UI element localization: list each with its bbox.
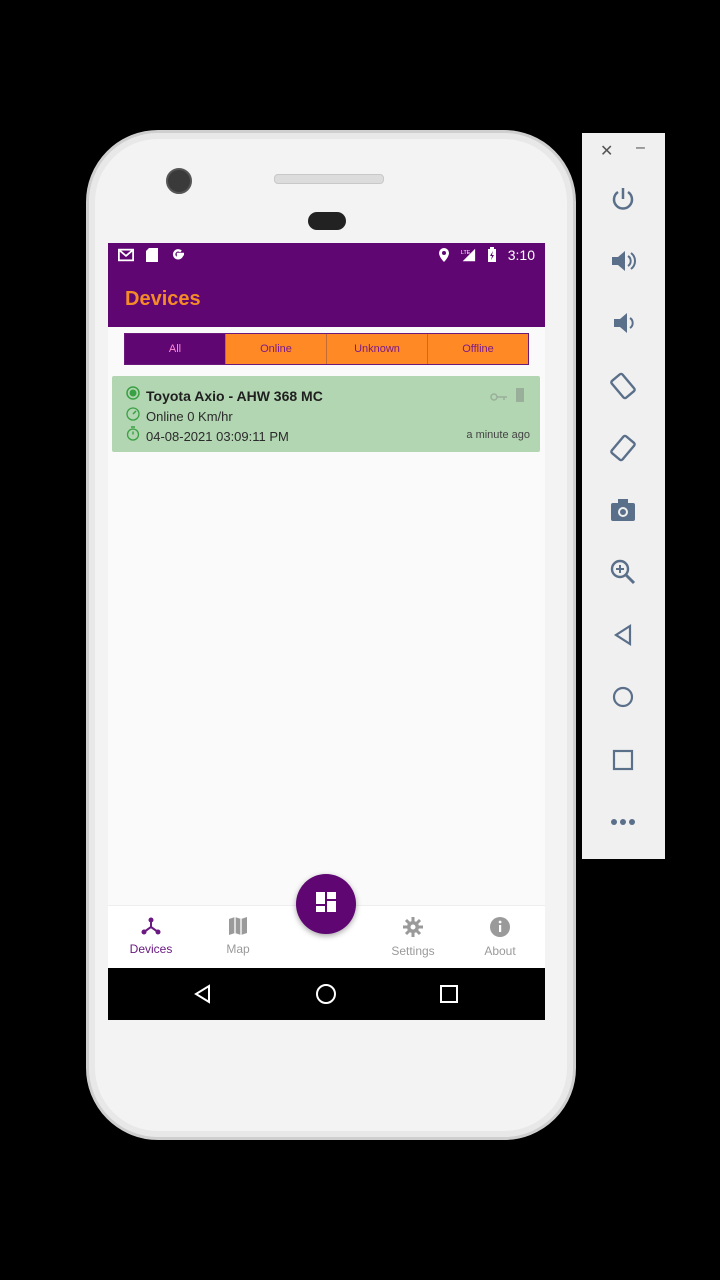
rotate-left-icon [610,372,636,400]
sd-card-icon [144,247,160,263]
volume-down-icon [614,313,634,333]
location-icon [436,247,452,263]
volume-down-button[interactable] [605,305,641,341]
tab-all[interactable]: All [125,334,226,364]
volume-up-button[interactable] [605,243,641,279]
device-status-row: Online 0 Km/hr [126,407,233,426]
notification-icons [118,247,186,263]
svg-text:LTE: LTE [461,250,471,256]
nav-about-label: About [484,944,516,958]
proximity-sensor [308,212,346,230]
emulator-toolbar: ✕ – [582,133,665,859]
tab-online[interactable]: Online [226,334,327,364]
home-icon [612,686,634,708]
status-time: 3:10 [507,247,535,263]
device-time-row: 04-08-2021 03:09:11 PM [126,426,289,446]
status-bar: LTE 3:10 [108,243,545,269]
key-icon [490,389,508,407]
page-title: Devices [125,288,201,310]
device-status: Online 0 Km/hr [146,409,233,424]
battery-icon [484,247,500,263]
battery-level-icon [516,388,524,407]
info-icon [489,916,511,941]
system-status: LTE 3:10 [436,247,535,263]
rotate-right-icon [610,434,636,462]
volume-up-icon [612,251,636,271]
nav-map[interactable]: Map [208,916,268,956]
app-bar: Devices [108,269,545,327]
nav-devices-label: Devices [129,942,173,956]
overview-icon [440,985,458,1003]
close-icon[interactable]: ✕ [600,141,613,161]
system-home-button[interactable] [314,982,338,1006]
tab-unknown[interactable]: Unknown [327,334,428,364]
system-back-button[interactable] [191,982,215,1006]
nav-map-label: Map [226,942,250,956]
more-button[interactable] [605,804,641,840]
back-icon [613,623,632,647]
rotate-left-button[interactable] [605,368,641,404]
minimize-icon[interactable]: – [636,139,645,157]
screenshot-button[interactable] [605,492,641,528]
device-card[interactable]: Toyota Axio - AHW 368 MC Online 0 Km/hr … [112,376,540,452]
rotate-right-button[interactable] [605,430,641,466]
nav-settings-label: Settings [391,944,435,958]
power-button[interactable] [605,181,641,217]
nav-settings[interactable]: Settings [383,916,443,958]
system-overview-button[interactable] [437,982,461,1006]
devices-icon [140,916,162,939]
device-card-icons [490,388,524,407]
online-status-icon [126,386,140,405]
device-name: Toyota Axio - AHW 368 MC [146,387,323,404]
emulator-back-button[interactable] [605,617,641,653]
emulator-window-controls: ✕ – [582,139,665,161]
device-name-row: Toyota Axio - AHW 368 MC [126,386,323,405]
speedometer-icon [126,407,140,426]
gear-icon [402,916,424,941]
phone-screen: LTE 3:10 Devices All Online Unknown Offl… [108,243,545,1020]
back-icon [194,984,210,1004]
emulator-overview-button[interactable] [605,742,641,778]
device-time-ago: a minute ago [466,429,530,441]
camera-icon [611,499,635,521]
tab-offline[interactable]: Offline [428,334,528,364]
filter-tabs: All Online Unknown Offline [124,333,529,365]
dashboard-fab[interactable] [296,874,356,934]
zoom-button[interactable] [605,554,641,590]
dashboard-icon [315,891,337,918]
lte-signal-icon: LTE [460,247,476,263]
google-icon [170,247,186,263]
overview-icon [612,749,634,771]
emulator-home-button[interactable] [605,679,641,715]
device-timestamp: 04-08-2021 03:09:11 PM [146,428,289,444]
home-icon [316,984,336,1004]
map-icon [227,916,249,939]
mail-icon [118,247,134,263]
more-icon [611,819,635,825]
stopwatch-icon [126,426,140,446]
front-camera [166,168,192,194]
zoom-icon [610,559,636,585]
earpiece-speaker [274,174,384,184]
system-navigation-bar [108,968,545,1020]
nav-devices[interactable]: Devices [121,916,181,956]
power-icon [612,188,634,210]
nav-about[interactable]: About [470,916,530,958]
